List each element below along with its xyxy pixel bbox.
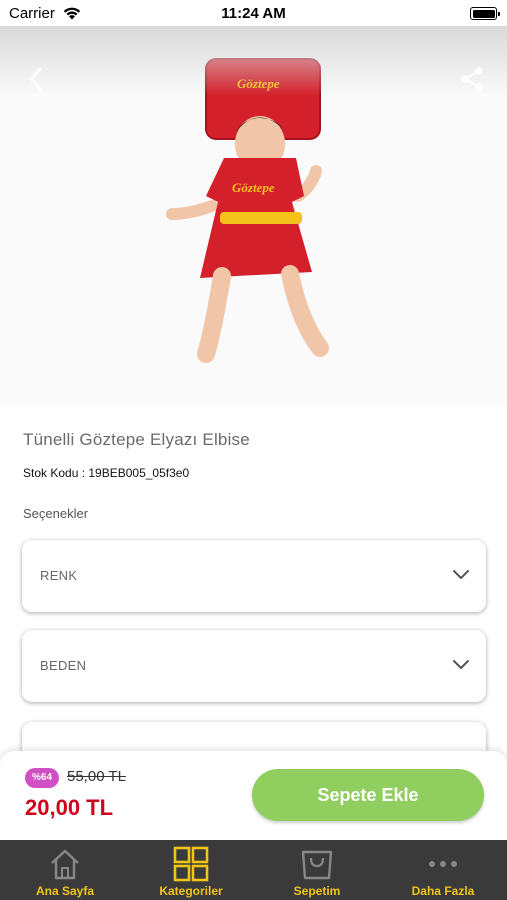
options-heading: Seçenekler (23, 506, 89, 521)
add-to-cart-button[interactable]: Sepete Ekle (252, 769, 484, 821)
home-icon (51, 849, 79, 880)
tab-home-label: Ana Sayfa (35, 884, 95, 898)
discount-badge: %64 (25, 768, 59, 788)
image-top-shade (0, 26, 507, 96)
chevron-down-icon (453, 660, 469, 669)
dress-logo-text: Göztepe (232, 180, 275, 195)
tab-cart[interactable]: Sepetim (254, 840, 380, 900)
share-icon[interactable] (457, 64, 487, 94)
battery-icon (470, 7, 500, 20)
price-bar: %64 55,00 TL 20,00 TL Sepete Ekle (0, 751, 507, 841)
tab-more[interactable]: Daha Fazla (380, 840, 506, 900)
status-time: 11:24 AM (221, 5, 286, 22)
old-price: 55,00 TL (67, 768, 126, 785)
status-bar: Carrier 11:24 AM (0, 0, 507, 26)
size-select[interactable]: BEDEN (22, 630, 486, 702)
color-select-label: RENK (40, 568, 78, 583)
tab-categories[interactable]: Kategoriler (128, 840, 254, 900)
tab-home[interactable]: Ana Sayfa (2, 840, 128, 900)
shopping-bag-icon (301, 850, 333, 880)
more-icon (429, 861, 457, 867)
tab-cart-label: Sepetim (293, 884, 341, 898)
chevron-down-icon (453, 570, 469, 579)
current-price: 20,00 TL (25, 795, 114, 820)
grid-icon (173, 846, 209, 882)
product-sku: Stok Kodu : 19BEB005_05f3e0 (23, 466, 190, 480)
back-chevron-icon[interactable] (22, 64, 52, 94)
tab-more-label: Daha Fazla (411, 884, 475, 898)
size-select-label: BEDEN (40, 658, 87, 673)
product-title: Tünelli Göztepe Elyazı Elbise (23, 430, 250, 449)
tab-categories-label: Kategoriler (159, 884, 223, 898)
bottom-tab-bar: Ana Sayfa Kategoriler Sepetim Daha Fazla (0, 840, 507, 900)
product-image[interactable]: Göztepe Göztepe (0, 26, 507, 406)
color-select[interactable]: RENK (22, 540, 486, 612)
